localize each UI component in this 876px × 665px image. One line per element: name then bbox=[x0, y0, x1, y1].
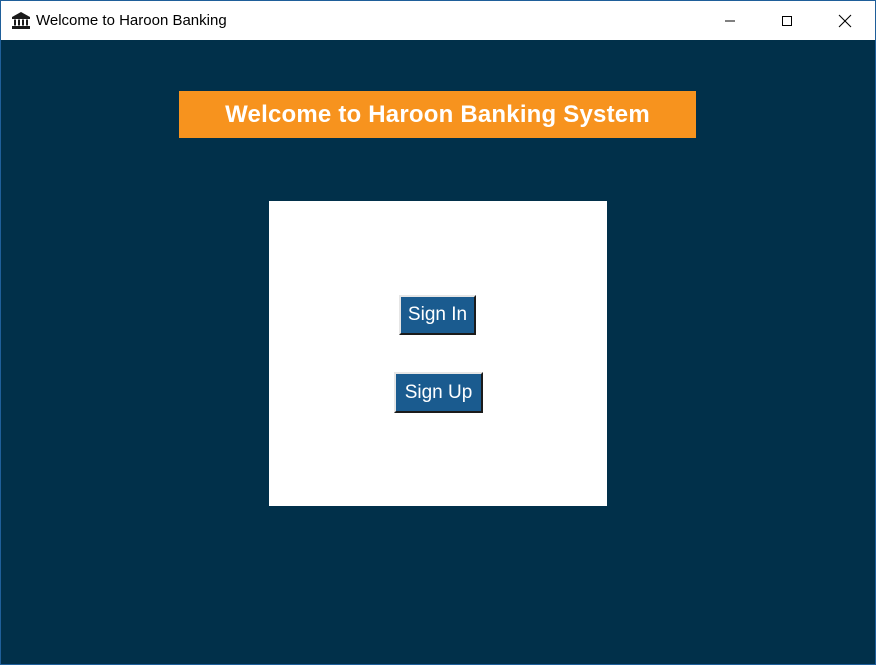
minimize-icon bbox=[725, 20, 735, 21]
sign-up-button[interactable]: Sign Up bbox=[394, 372, 483, 413]
close-button[interactable] bbox=[816, 1, 874, 40]
bank-building-icon bbox=[12, 12, 30, 29]
title-bar[interactable]: Welcome to Haroon Banking bbox=[1, 1, 875, 40]
banner-title: Welcome to Haroon Banking System bbox=[225, 100, 650, 128]
welcome-banner: Welcome to Haroon Banking System bbox=[179, 91, 696, 138]
sign-in-button[interactable]: Sign In bbox=[399, 295, 476, 335]
window-title: Welcome to Haroon Banking bbox=[36, 12, 227, 29]
maximize-icon bbox=[782, 15, 792, 26]
minimize-button[interactable] bbox=[701, 1, 759, 40]
maximize-button[interactable] bbox=[758, 1, 816, 40]
close-icon bbox=[838, 14, 852, 27]
app-window: Welcome to Haroon Banking Welcome to Har… bbox=[0, 0, 876, 665]
auth-panel: Sign In Sign Up bbox=[269, 201, 607, 506]
